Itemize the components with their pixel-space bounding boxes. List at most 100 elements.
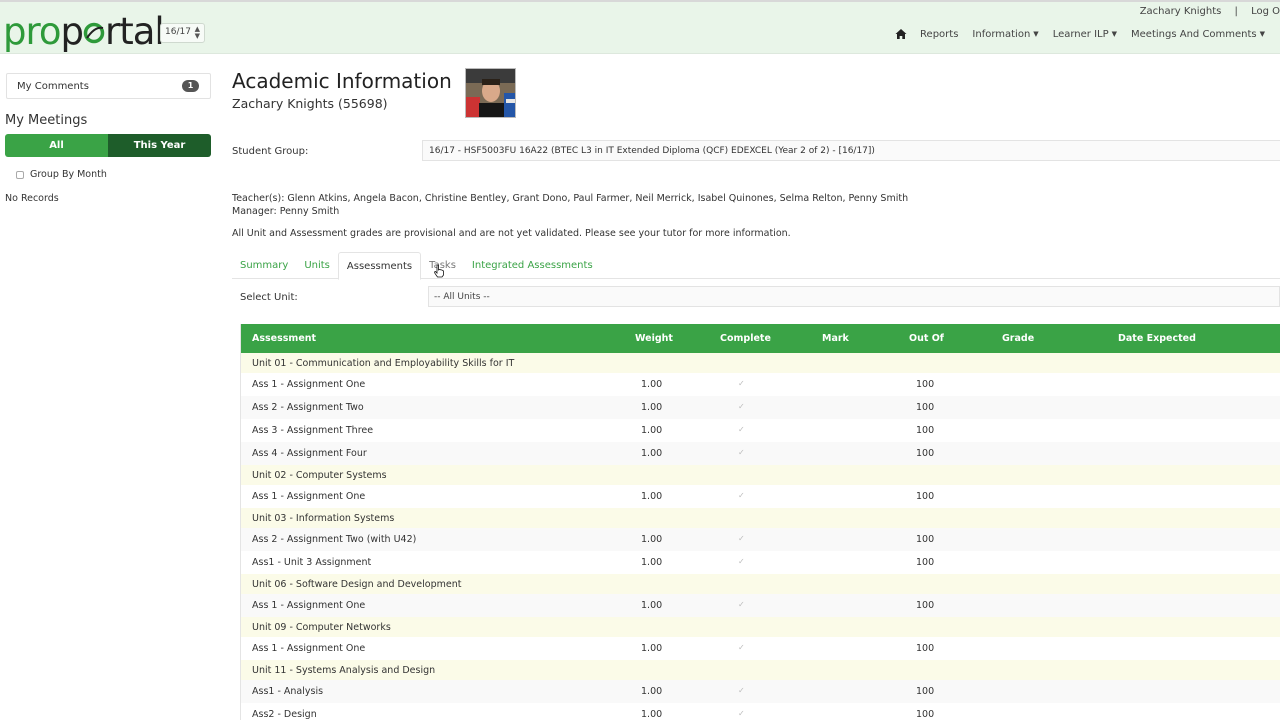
tab-units[interactable]: Units: [296, 252, 338, 279]
col-mark[interactable]: Mark: [822, 333, 849, 344]
assessment-out-of: 100: [916, 425, 935, 436]
unit-group-row: Unit 01 - Communication and Employabilit…: [241, 353, 1280, 373]
unit-group-title: Unit 01 - Communication and Employabilit…: [252, 358, 515, 369]
group-by-month-label: Group By Month: [30, 169, 107, 180]
assessment-name: Ass1 - Analysis: [252, 686, 324, 697]
table-row[interactable]: Ass1 - Analysis 1.00 ✓ 100: [241, 680, 1280, 703]
tab-integrated-assessments[interactable]: Integrated Assessments: [464, 252, 601, 279]
assessment-weight: 1.00: [641, 600, 663, 611]
year-select[interactable]: 16/17 ▲ ▼: [160, 23, 205, 43]
staff-info: Teacher(s): Glenn Atkins, Angela Bacon, …: [232, 192, 908, 218]
table-row[interactable]: Ass 2 - Assignment Two 1.00 ✓ 100: [241, 396, 1280, 419]
nav-learner-ilp[interactable]: Learner ILP ▼: [1053, 29, 1117, 40]
col-date-expected[interactable]: Date Expected: [1118, 333, 1196, 344]
assessment-weight: 1.00: [641, 425, 663, 436]
table-row[interactable]: Ass 2 - Assignment Two (with U42) 1.00 ✓ 10…: [241, 528, 1280, 551]
col-complete[interactable]: Complete: [720, 333, 771, 344]
table-row[interactable]: Ass1 - Unit 3 Assignment 1.00 ✓ 100: [241, 551, 1280, 574]
complete-check-icon: ✓: [738, 686, 745, 695]
assessment-out-of: 100: [916, 643, 935, 654]
assessment-name: Ass 1 - Assignment One: [252, 643, 366, 654]
filter-all-button[interactable]: All: [5, 134, 108, 157]
complete-check-icon: ✓: [738, 643, 745, 652]
student-avatar: [465, 68, 516, 118]
assessment-name: Ass 3 - Assignment Three: [252, 425, 374, 436]
assessment-weight: 1.00: [641, 709, 663, 720]
complete-check-icon: ✓: [738, 491, 745, 500]
nav-meetings-comments[interactable]: Meetings And Comments ▼: [1131, 29, 1265, 40]
assessment-name: Ass 4 - Assignment Four: [252, 448, 367, 459]
table-header: Assessment Weight Complete Mark Out Of G…: [241, 324, 1280, 353]
tab-assessments[interactable]: Assessments: [337, 252, 422, 280]
assessment-out-of: 100: [916, 534, 935, 545]
home-icon[interactable]: [895, 28, 907, 40]
meetings-filter: All This Year: [5, 134, 211, 157]
assessment-out-of: 100: [916, 379, 935, 390]
table-row[interactable]: Ass 1 - Assignment One 1.00 ✓ 100: [241, 485, 1280, 508]
unit-group-title: Unit 02 - Computer Systems: [252, 470, 387, 481]
group-by-month-checkbox[interactable]: [16, 170, 24, 179]
select-unit-dropdown[interactable]: -- All Units --: [428, 286, 1280, 307]
logo-text-pro: pro: [3, 10, 62, 53]
table-row[interactable]: Ass 3 - Assignment Three 1.00 ✓ 100: [241, 419, 1280, 442]
table-row[interactable]: Ass2 - Design 1.00 ✓ 100: [241, 703, 1280, 720]
caret-down-icon: ▼: [1259, 29, 1266, 38]
student-name: Zachary Knights (55698): [232, 96, 388, 111]
unit-group-row: Unit 03 - Information Systems: [241, 508, 1280, 528]
assessment-out-of: 100: [916, 686, 935, 697]
nav-information[interactable]: Information ▼: [972, 29, 1038, 40]
assessment-out-of: 100: [916, 402, 935, 413]
filter-this-year-button[interactable]: This Year: [108, 134, 211, 157]
col-out-of[interactable]: Out Of: [909, 333, 944, 344]
unit-group-row: Unit 06 - Software Design and Developmen…: [241, 574, 1280, 594]
nav-reports[interactable]: Reports: [920, 29, 958, 40]
user-bar: Zachary Knights | Log O: [1140, 6, 1280, 17]
comments-count-badge: 1: [182, 80, 199, 92]
complete-check-icon: ✓: [738, 425, 745, 434]
proportal-logo[interactable]: prop rtal: [3, 10, 165, 54]
no-records-text: No Records: [5, 193, 59, 204]
my-comments-link[interactable]: My Comments 1: [6, 73, 211, 99]
group-by-month-option[interactable]: Group By Month: [16, 169, 107, 180]
unit-group-title: Unit 11 - Systems Analysis and Design: [252, 665, 436, 676]
student-group-value: 16/17 - HSF5003FU 16A22 (BTEC L3 in IT E…: [422, 140, 1280, 161]
user-bar-separator: |: [1234, 6, 1238, 17]
unit-group-row: Unit 11 - Systems Analysis and Design: [241, 660, 1280, 680]
col-grade[interactable]: Grade: [1002, 333, 1034, 344]
top-header: prop rtal 16/17 ▲ ▼ Zachary Knights | Log …: [0, 0, 1280, 54]
avatar-photo: [466, 69, 515, 117]
table-row[interactable]: Ass 1 - Assignment One 1.00 ✓ 100: [241, 373, 1280, 396]
teachers-text: Teacher(s): Glenn Atkins, Angela Bacon, …: [232, 193, 909, 204]
page-title: Academic Information: [232, 69, 452, 93]
unit-group-row: Unit 09 - Computer Networks: [241, 617, 1280, 637]
col-weight[interactable]: Weight: [635, 333, 673, 344]
col-assessment[interactable]: Assessment: [252, 333, 316, 344]
select-arrows-icon: ▲ ▼: [194, 25, 200, 40]
logo-text-rtal: rtal: [105, 10, 165, 53]
assessment-weight: 1.00: [641, 402, 663, 413]
table-row[interactable]: Ass 1 - Assignment One 1.00 ✓ 100: [241, 594, 1280, 617]
table-row[interactable]: Ass 1 - Assignment One 1.00 ✓ 100: [241, 637, 1280, 660]
assessment-name: Ass2 - Design: [252, 709, 317, 720]
provisional-notice: All Unit and Assessment grades are provi…: [232, 228, 791, 239]
unit-group-row: Unit 02 - Computer Systems: [241, 465, 1280, 485]
assessment-weight: 1.00: [641, 643, 663, 654]
nav-learner-ilp-label: Learner ILP: [1052, 28, 1109, 40]
logo-swirl-icon: [83, 22, 105, 44]
assessment-out-of: 100: [916, 557, 935, 568]
academic-tabs: Summary Units Assessments Tasks Integrat…: [232, 252, 1280, 280]
table-row[interactable]: Ass 4 - Assignment Four 1.00 ✓ 100: [241, 442, 1280, 465]
nav-meetings-label: Meetings And Comments: [1131, 28, 1257, 40]
assessment-weight: 1.00: [641, 448, 663, 459]
main-nav: Reports Information ▼ Learner ILP ▼ Meetin…: [895, 28, 1280, 40]
assessment-out-of: 100: [916, 709, 935, 720]
user-name-link[interactable]: Zachary Knights: [1140, 6, 1222, 17]
complete-check-icon: ✓: [738, 534, 745, 543]
assessment-out-of: 100: [916, 448, 935, 459]
tab-summary[interactable]: Summary: [232, 252, 296, 279]
complete-check-icon: ✓: [738, 379, 745, 388]
logout-link[interactable]: Log O: [1251, 6, 1280, 17]
student-group-label: Student Group:: [232, 146, 309, 157]
assessments-table: Assessment Weight Complete Mark Out Of G…: [240, 324, 1280, 720]
unit-group-title: Unit 03 - Information Systems: [252, 513, 395, 524]
